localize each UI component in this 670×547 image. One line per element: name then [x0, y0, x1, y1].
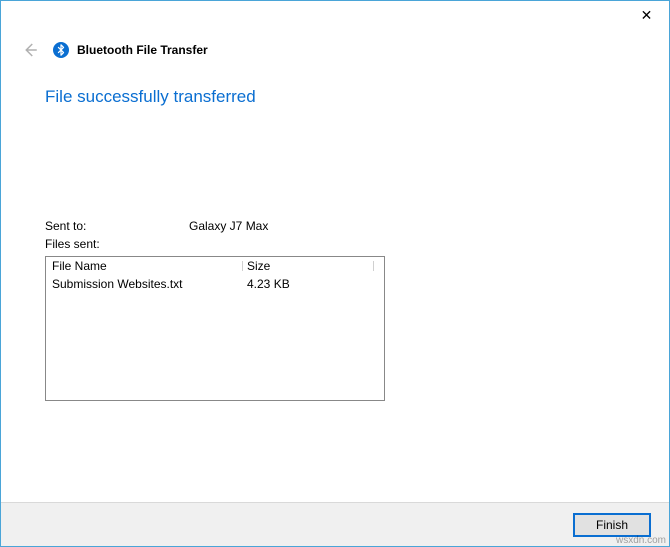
window-title: Bluetooth File Transfer	[77, 43, 208, 57]
footer: Finish	[1, 502, 669, 546]
content-area: File successfully transferred Sent to: G…	[1, 61, 669, 502]
sent-to-label: Sent to:	[45, 217, 189, 235]
sent-to-row: Sent to: Galaxy J7 Max	[45, 217, 625, 235]
files-sent-label: Files sent:	[45, 235, 189, 253]
file-table: File Name Size Submission Websites.txt 4…	[45, 256, 385, 401]
column-header-filename[interactable]: File Name	[52, 259, 247, 273]
table-header: File Name Size	[46, 257, 384, 275]
close-button[interactable]: ✕	[624, 1, 669, 29]
bluetooth-icon	[53, 42, 69, 58]
files-sent-row: Files sent:	[45, 235, 625, 253]
bluetooth-transfer-window: ✕ Bluetooth File Transfer File successfu…	[0, 0, 670, 547]
close-icon: ✕	[641, 7, 653, 24]
back-button[interactable]	[19, 39, 41, 61]
cell-filename: Submission Websites.txt	[52, 277, 247, 291]
column-header-size[interactable]: Size	[247, 259, 378, 273]
status-heading: File successfully transferred	[45, 87, 625, 107]
sent-to-value: Galaxy J7 Max	[189, 217, 268, 235]
cell-size: 4.23 KB	[247, 277, 378, 291]
header-row: Bluetooth File Transfer	[1, 39, 669, 61]
finish-button[interactable]: Finish	[573, 513, 651, 537]
back-arrow-icon	[21, 41, 39, 59]
table-row[interactable]: Submission Websites.txt 4.23 KB	[46, 275, 384, 293]
titlebar: ✕	[1, 1, 669, 31]
